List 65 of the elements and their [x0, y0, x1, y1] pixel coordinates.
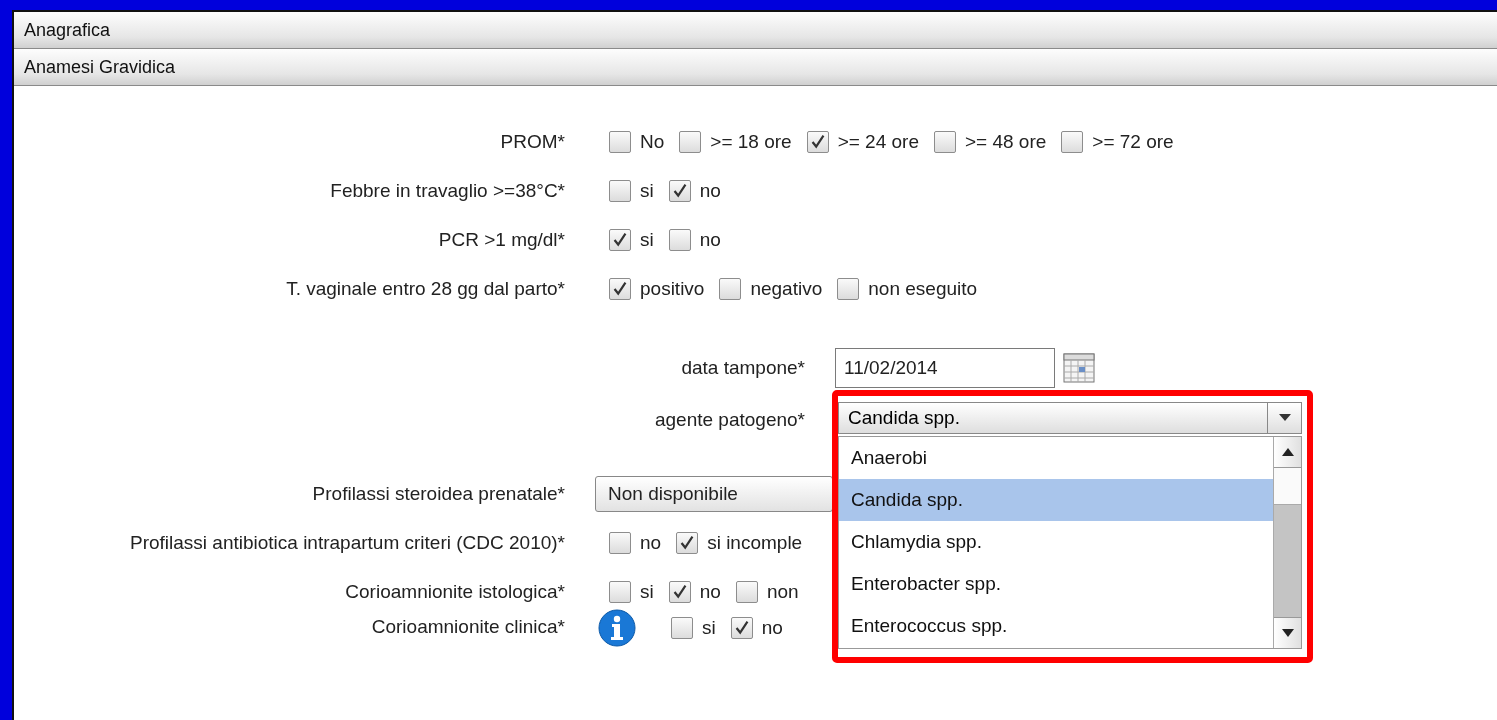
field-label: Febbre in travaglio >=38°C* [329, 179, 565, 202]
checkbox[interactable] [837, 277, 860, 300]
checkbox[interactable] [671, 617, 693, 639]
section-header[interactable]: Anamesi Gravidica [14, 49, 1497, 86]
dropdown[interactable]: Candida spp. [838, 402, 1302, 434]
checkbox[interactable] [609, 228, 631, 251]
checkbox[interactable] [719, 277, 742, 300]
checkbox[interactable] [609, 277, 631, 300]
dropdown-option[interactable]: Chlamydia spp. [839, 521, 1273, 563]
checkbox-label: si [702, 617, 716, 639]
checkbox[interactable] [668, 179, 691, 202]
checkbox-label: no [699, 179, 721, 202]
scroll-down-icon[interactable] [1281, 628, 1294, 638]
checkbox-label: si [640, 179, 654, 202]
checkbox-label: no [761, 617, 783, 639]
checkbox-label: si incomple [707, 531, 803, 554]
field-label: Corioamnionite clinica* [370, 616, 565, 638]
checkbox[interactable] [730, 617, 753, 639]
checkbox-label: non eseguito [868, 277, 978, 300]
calendar-icon[interactable] [1063, 352, 1095, 384]
field-label: Corioamnionite istologica* [344, 580, 565, 603]
field-label: T. vaginale entro 28 gg dal parto* [285, 277, 565, 300]
dropdown[interactable]: Non disponibile [595, 476, 833, 512]
scrollbar[interactable] [1273, 437, 1301, 648]
checkbox-label: >= 48 ore [965, 130, 1047, 153]
field-label: PCR >1 mg/dl* [437, 228, 565, 251]
checkbox-label: no [699, 228, 721, 251]
date-field[interactable]: 11/02/2014 [835, 348, 1055, 388]
checkbox-label: no [699, 580, 721, 603]
scroll-up-icon[interactable] [1281, 447, 1294, 457]
dropdown-option[interactable]: Enterobacter spp. [839, 563, 1273, 605]
checkbox[interactable] [668, 228, 691, 251]
checkbox[interactable] [806, 130, 829, 153]
checkbox[interactable] [609, 130, 631, 153]
checkbox-label: no [640, 531, 662, 554]
checkbox[interactable] [668, 580, 691, 603]
dropdown-option[interactable]: Enterococcus spp. [839, 605, 1273, 647]
field-label: PROM* [499, 130, 565, 153]
section-header[interactable]: Anagrafica [14, 12, 1497, 49]
field-label: Profilassi steroidea prenatale* [311, 483, 565, 505]
field-label: agente patogeno* [653, 408, 805, 431]
checkbox[interactable] [609, 179, 631, 202]
checkbox[interactable] [679, 130, 702, 153]
info-icon[interactable] [597, 608, 637, 648]
field-label: Profilassi antibiotica intrapartum criteri (CDC 2010)* [128, 531, 565, 554]
dropdown-option[interactable]: Anaerobi [839, 437, 1273, 479]
checkbox-label: positivo [640, 277, 705, 300]
checkbox[interactable] [735, 580, 758, 603]
scrollbar-thumb[interactable] [1274, 468, 1301, 505]
caret-icon [1278, 414, 1291, 422]
checkbox-label: >= 72 ore [1092, 130, 1174, 153]
checkbox-label: negativo [750, 277, 823, 300]
checkbox[interactable] [676, 531, 699, 554]
checkbox-label: >= 24 ore [837, 130, 919, 153]
checkbox-label: si [640, 228, 654, 251]
checkbox-label: No [640, 130, 665, 153]
checkbox[interactable] [934, 130, 956, 153]
checkbox[interactable] [1061, 130, 1084, 153]
dropdown-option[interactable]: Candida spp. [839, 479, 1273, 521]
checkbox-label: si [640, 580, 654, 603]
checkbox-label: non [766, 580, 799, 603]
field-label: data tampone* [680, 357, 805, 379]
checkbox-label: >= 18 ore [710, 130, 792, 153]
checkbox[interactable] [609, 531, 631, 554]
checkbox[interactable] [609, 580, 631, 603]
